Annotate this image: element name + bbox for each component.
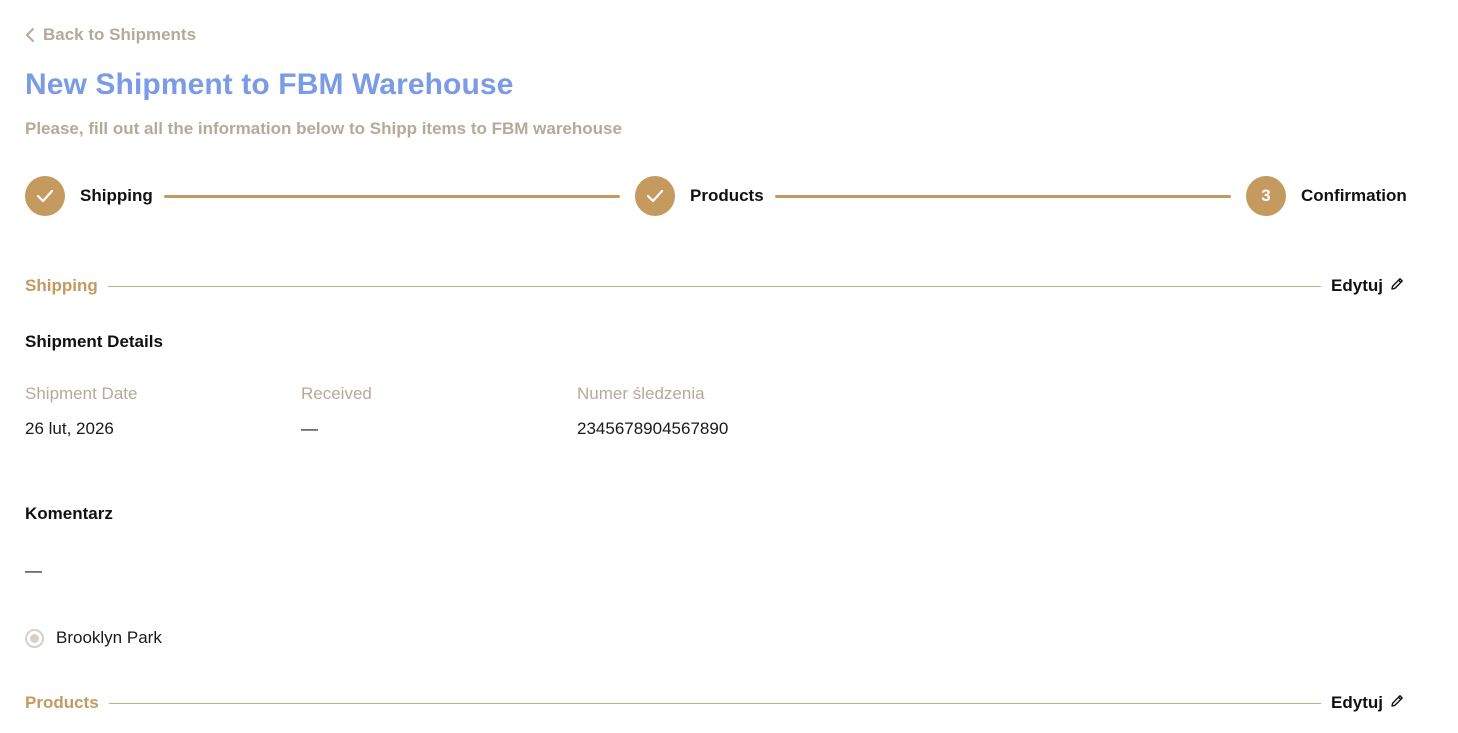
step-shipping[interactable]: Shipping xyxy=(25,176,153,216)
pencil-icon xyxy=(1389,693,1405,714)
back-to-shipments-link[interactable]: Back to Shipments xyxy=(25,25,196,45)
page-subtitle: Please, fill out all the information bel… xyxy=(25,119,622,138)
edit-shipping-button[interactable]: Edytuj xyxy=(1331,276,1405,297)
tracking-number-label: Numer śledzenia xyxy=(577,384,705,403)
edit-products-button[interactable]: Edytuj xyxy=(1331,693,1405,714)
step-label: Confirmation xyxy=(1301,186,1407,205)
check-icon xyxy=(25,176,65,216)
edit-label: Edytuj xyxy=(1331,276,1383,295)
step-confirmation[interactable]: 3 Confirmation xyxy=(1246,176,1407,216)
shipment-details-heading: Shipment Details xyxy=(25,332,163,351)
step-connector xyxy=(164,195,620,198)
chevron-left-icon xyxy=(25,27,35,43)
warehouse-radio-option[interactable]: Brooklyn Park xyxy=(25,628,162,648)
step-label: Products xyxy=(690,186,764,205)
pencil-icon xyxy=(1389,276,1405,297)
tracking-number-value: 2345678904567890 xyxy=(577,419,729,438)
back-link-label: Back to Shipments xyxy=(43,25,197,44)
received-label: Received xyxy=(301,384,372,403)
shipment-date-value: 26 lut, 2026 xyxy=(25,419,114,438)
step-products[interactable]: Products xyxy=(635,176,764,216)
divider xyxy=(108,702,1322,704)
received-value: — xyxy=(301,419,318,438)
comment-value: — xyxy=(25,561,42,580)
warehouse-label: Brooklyn Park xyxy=(56,628,162,647)
radio-button[interactable] xyxy=(25,628,44,648)
section-title: Products xyxy=(25,693,99,712)
comment-heading: Komentarz xyxy=(25,504,113,523)
shipment-date-label: Shipment Date xyxy=(25,384,138,403)
edit-label: Edytuj xyxy=(1331,693,1383,712)
radio-selected-dot xyxy=(30,633,39,643)
step-label: Shipping xyxy=(80,186,153,205)
divider xyxy=(107,285,1322,287)
step-connector xyxy=(775,195,1231,198)
shipping-section-header: Shipping Edytuj xyxy=(25,274,1405,298)
progress-stepper: Shipping Products 3 Confirmation xyxy=(25,176,1407,216)
check-icon xyxy=(635,176,675,216)
section-title: Shipping xyxy=(25,276,98,295)
products-section-header: Products Edytuj xyxy=(25,691,1405,715)
page-title: New Shipment to FBM Warehouse xyxy=(25,68,514,101)
step-number-badge: 3 xyxy=(1246,176,1286,216)
